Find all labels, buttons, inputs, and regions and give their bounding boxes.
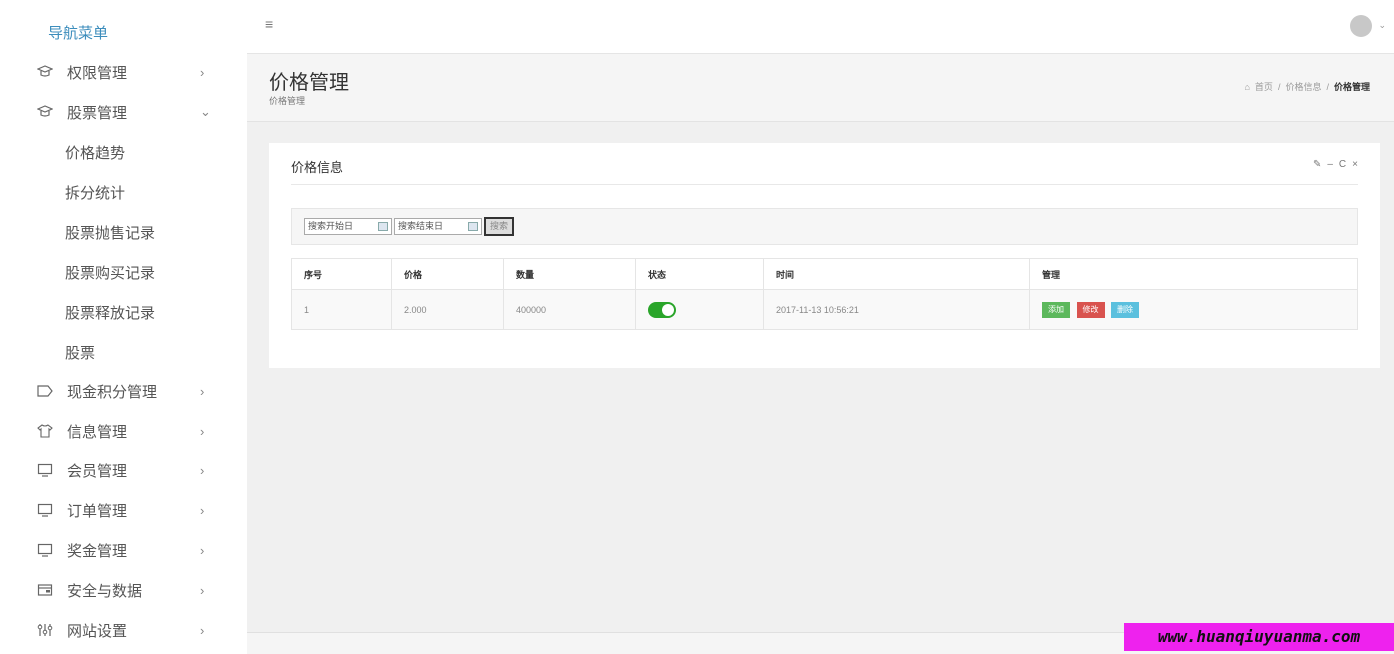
card-tools: ✎ – C × [1313, 159, 1358, 170]
calendar-icon[interactable] [468, 222, 478, 231]
refresh-icon[interactable]: C [1339, 159, 1346, 170]
chevron-right-icon: › [200, 622, 205, 638]
cell-price: 2.000 [391, 289, 504, 330]
sidebar-item-members[interactable]: 会员管理 › [0, 450, 247, 490]
chevron-right-icon: › [200, 542, 205, 558]
sidebar-item-label: 权限管理 [67, 64, 128, 82]
cell-id: 1 [291, 289, 392, 330]
shirt-icon [37, 423, 53, 439]
submenu-item-release-records[interactable]: 股票释放记录 [65, 292, 155, 332]
sidebar-item-label: 订单管理 [67, 502, 128, 520]
cell-status [635, 289, 764, 330]
chevron-right-icon: › [200, 383, 205, 399]
price-table: 序号 价格 数量 状态 时间 管理 1 2.000 400000 2017-11… [291, 258, 1358, 330]
page-title: 价格管理 [269, 72, 349, 94]
calendar-icon[interactable] [378, 222, 388, 231]
sliders-icon [37, 622, 53, 638]
toggle-knob [662, 303, 674, 316]
breadcrumb-current: 价格管理 [1333, 82, 1370, 92]
sidebar-item-site-settings[interactable]: 网站设置 › [0, 610, 247, 650]
start-date-placeholder: 搜索开始日 [308, 221, 354, 231]
sidebar-item-label: 奖金管理 [67, 542, 128, 560]
sidebar-item-label: 会员管理 [67, 462, 128, 480]
submenu-item-buy-records[interactable]: 股票购买记录 [65, 252, 155, 292]
sidebar-item-stock[interactable]: 股票管理 ⌄ [0, 92, 247, 132]
collapse-icon[interactable]: – [1327, 159, 1333, 170]
monitor-icon [37, 542, 53, 558]
cell-actions: 添加 修改 删除 [1029, 289, 1358, 330]
column-header: 序号 [291, 258, 392, 290]
avatar[interactable] [1350, 15, 1372, 37]
home-icon[interactable]: ⌂ [1244, 82, 1249, 92]
sidebar-item-permission[interactable]: 权限管理 › [0, 52, 247, 92]
sidebar-item-label: 现金积分管理 [67, 383, 158, 401]
sidebar-item-label: 股票管理 [67, 104, 128, 122]
status-toggle[interactable] [648, 301, 676, 318]
price-info-card: 价格信息 ✎ – C × 搜索开始日 搜索结束日 搜索 序号 价格 数量 状态 … [269, 143, 1380, 368]
page-header: 价格管理 价格管理 ⌂ 首页 / 价格信息 / 价格管理 [247, 54, 1394, 122]
column-header: 时间 [763, 258, 1030, 290]
chevron-right-icon: › [200, 582, 205, 598]
submenu-item-sell-records[interactable]: 股票抛售记录 [65, 212, 155, 252]
cell-time: 2017-11-13 10:56:21 [763, 289, 1030, 330]
page-subtitle: 价格管理 [269, 96, 306, 106]
chevron-down-icon: ⌄ [200, 104, 211, 119]
table-row: 1 2.000 400000 2017-11-13 10:56:21 添加 修改… [291, 289, 1358, 330]
sidebar-item-label: 安全与数据 [67, 582, 143, 600]
sidebar: 导航菜单 权限管理 › 股票管理 ⌄ 价格趋势 拆分统计 股票抛售记录 股票购买… [0, 0, 247, 654]
breadcrumb-home[interactable]: 首页 [1255, 80, 1273, 93]
breadcrumb-separator: / [1326, 81, 1329, 92]
sidebar-item-orders[interactable]: 订单管理 › [0, 490, 247, 530]
submenu-item-price-trend[interactable]: 价格趋势 [65, 132, 125, 172]
tag-icon [37, 383, 53, 399]
end-date-input[interactable]: 搜索结束日 [394, 218, 482, 235]
chevron-right-icon: › [200, 462, 205, 478]
start-date-input[interactable]: 搜索开始日 [304, 218, 392, 235]
search-button[interactable]: 搜索 [484, 217, 514, 236]
topbar: ≡ ⌄ [247, 0, 1394, 54]
column-header: 管理 [1029, 258, 1358, 290]
submenu-item-split-stats[interactable]: 拆分统计 [65, 172, 125, 212]
delete-button[interactable]: 删除 [1111, 301, 1140, 318]
sidebar-item-label: 网站设置 [67, 622, 128, 640]
table-header-row: 序号 价格 数量 状态 时间 管理 [291, 258, 1358, 290]
wrench-icon[interactable]: ✎ [1313, 159, 1321, 170]
column-header: 数量 [503, 258, 636, 290]
card-title: 价格信息 [291, 160, 344, 175]
chevron-right-icon: › [200, 502, 205, 518]
add-button[interactable]: 添加 [1042, 301, 1070, 318]
monitor-icon [37, 502, 53, 518]
chevron-right-icon: › [200, 423, 205, 439]
divider [291, 184, 1358, 185]
graduation-cap-icon [37, 64, 53, 80]
submenu-item-stock[interactable]: 股票 [65, 332, 95, 372]
close-icon[interactable]: × [1352, 159, 1358, 170]
wallet-icon [37, 582, 53, 598]
search-bar: 搜索开始日 搜索结束日 搜索 [291, 208, 1358, 245]
sidebar-item-security[interactable]: 安全与数据 › [0, 570, 247, 610]
column-header: 价格 [391, 258, 504, 290]
breadcrumb-price-info[interactable]: 价格信息 [1285, 80, 1321, 93]
menu-toggle-icon[interactable]: ≡ [265, 16, 273, 32]
watermark: www.huanqiuyuanma.com [1124, 623, 1394, 651]
edit-button[interactable]: 修改 [1076, 301, 1105, 318]
sidebar-item-info[interactable]: 信息管理 › [0, 411, 247, 451]
graduation-cap-icon [37, 104, 53, 120]
sidebar-item-cash-points[interactable]: 现金积分管理 › [0, 371, 247, 411]
sidebar-item-label: 信息管理 [67, 423, 128, 441]
breadcrumb: ⌂ 首页 / 价格信息 / 价格管理 [1244, 80, 1370, 93]
chevron-right-icon: › [200, 64, 205, 80]
sidebar-item-bonus[interactable]: 奖金管理 › [0, 530, 247, 570]
end-date-placeholder: 搜索结束日 [398, 221, 444, 231]
monitor-icon [37, 462, 53, 478]
cell-quantity: 400000 [503, 289, 636, 330]
breadcrumb-separator: / [1277, 81, 1281, 92]
column-header: 状态 [635, 258, 764, 290]
sidebar-title: 导航菜单 [48, 25, 109, 42]
chevron-down-icon[interactable]: ⌄ [1378, 20, 1386, 31]
